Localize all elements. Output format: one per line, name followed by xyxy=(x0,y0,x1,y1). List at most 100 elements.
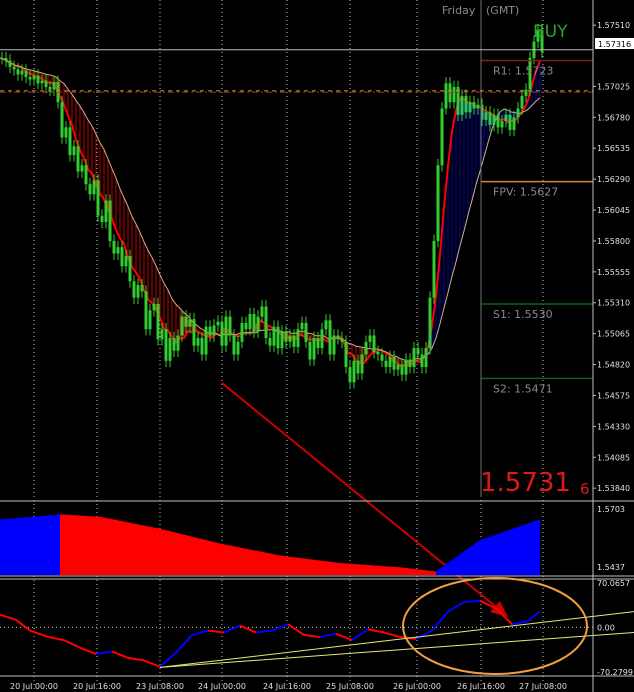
candle-body xyxy=(436,165,440,241)
candle-body xyxy=(172,338,176,351)
candle-body xyxy=(112,240,116,254)
x-tick-label: 26 Jul 00:00 xyxy=(393,682,441,691)
candle-body xyxy=(24,70,28,77)
candle-body xyxy=(444,83,448,109)
candle-body xyxy=(368,335,372,342)
candle-body xyxy=(164,329,168,361)
candle-body xyxy=(52,81,56,90)
price-y-tick-label: 1.56780 xyxy=(597,113,630,122)
candle-body xyxy=(412,348,416,368)
candle-body xyxy=(316,338,320,349)
candle-body xyxy=(496,114,500,128)
candle-body xyxy=(512,117,516,130)
candle-body xyxy=(428,297,432,349)
candle-body xyxy=(204,326,208,355)
candle-body xyxy=(388,356,392,368)
candle-body xyxy=(360,354,364,374)
pivot-label-r1: R1: 1.5723 xyxy=(493,65,553,78)
price-y-tick-label: 1.54085 xyxy=(597,453,630,462)
candle-body xyxy=(300,322,304,330)
histogram-y-tick-label: 1.5437 xyxy=(597,563,625,572)
candle-body xyxy=(284,331,288,342)
candle-body xyxy=(156,304,160,340)
price-y-tick-label: 1.55800 xyxy=(597,237,630,246)
candle-body xyxy=(92,180,96,195)
candle-body xyxy=(308,341,312,360)
candle-body xyxy=(132,281,136,298)
candle-body xyxy=(280,331,284,349)
current-price-tag: 1.57316 xyxy=(598,40,631,49)
big-price-label: 1.5731 xyxy=(480,468,571,498)
candle-body xyxy=(192,319,196,346)
price-y-tick-label: 1.53840 xyxy=(597,484,630,493)
candle-body xyxy=(144,291,148,330)
candle-body xyxy=(20,70,24,75)
price-y-tick-label: 1.56045 xyxy=(597,206,630,215)
oscillator-y-tick-label: 0.00 xyxy=(597,623,615,632)
candle-body xyxy=(12,66,16,70)
candle-body xyxy=(384,360,388,368)
candle-body xyxy=(288,335,292,342)
candle-body xyxy=(328,320,332,355)
timezone-label: (GMT) xyxy=(486,4,519,17)
candle-body xyxy=(16,69,20,75)
price-y-tick-label: 1.54820 xyxy=(597,361,630,370)
candle-body xyxy=(340,338,344,342)
candle-body xyxy=(484,112,488,120)
candle-body xyxy=(148,310,152,330)
candle-body xyxy=(440,108,444,166)
candle-body xyxy=(488,112,492,125)
candle-body xyxy=(128,256,132,282)
candle-body xyxy=(380,354,384,361)
candle-body xyxy=(392,356,396,370)
price-y-tick-label: 1.56535 xyxy=(597,144,630,153)
candle-body xyxy=(224,316,228,346)
candle-body xyxy=(376,351,380,355)
candle-body xyxy=(100,215,104,223)
candle-body xyxy=(248,314,252,330)
candle-body xyxy=(108,200,112,241)
candle-body xyxy=(296,329,300,347)
price-y-tick-label: 1.55065 xyxy=(597,330,630,339)
candle-body xyxy=(140,285,144,292)
candle-body xyxy=(372,335,376,352)
candle-body xyxy=(260,306,264,317)
candle-body xyxy=(332,335,336,355)
candle-body xyxy=(216,321,220,326)
candle-body xyxy=(116,247,120,254)
price-y-tick-label: 1.57025 xyxy=(597,82,630,91)
candle-body xyxy=(136,285,140,298)
price-y-tick-label: 1.56290 xyxy=(597,175,630,184)
candle-body xyxy=(452,87,456,103)
candle-body xyxy=(120,247,124,267)
candle-body xyxy=(88,184,92,195)
candle-body xyxy=(236,341,240,355)
oscillator-segment xyxy=(463,599,481,604)
candle-body xyxy=(220,321,224,346)
candle-body xyxy=(476,104,480,109)
candle-body xyxy=(64,127,68,138)
candle-body xyxy=(500,121,504,128)
candle-body xyxy=(8,60,12,67)
candle-body xyxy=(520,95,524,109)
histogram-y-tick-label: 1.5703 xyxy=(597,505,625,514)
candle-body xyxy=(180,316,184,336)
oscillator-y-tick-label: 70.0657 xyxy=(597,579,630,588)
candle-body xyxy=(36,75,40,84)
candle-body xyxy=(432,240,436,298)
candle-body xyxy=(364,341,368,355)
buy-signal-label: BUY xyxy=(533,22,568,42)
candle-body xyxy=(344,341,348,368)
candle-body xyxy=(264,306,268,339)
candle-body xyxy=(276,326,280,349)
candle-body xyxy=(420,354,424,368)
candle-body xyxy=(96,180,100,216)
candle-body xyxy=(404,359,408,375)
x-tick-label: 26 Jul 16:00 xyxy=(457,682,505,691)
pivot-label-s1: S1: 1.5530 xyxy=(493,308,553,321)
price-y-tick-label: 1.54575 xyxy=(597,391,630,400)
candle-body xyxy=(468,102,472,113)
big-price-suffix: 6 xyxy=(580,480,590,498)
candle-body xyxy=(504,114,508,122)
price-y-tick-label: 1.55555 xyxy=(597,268,630,277)
